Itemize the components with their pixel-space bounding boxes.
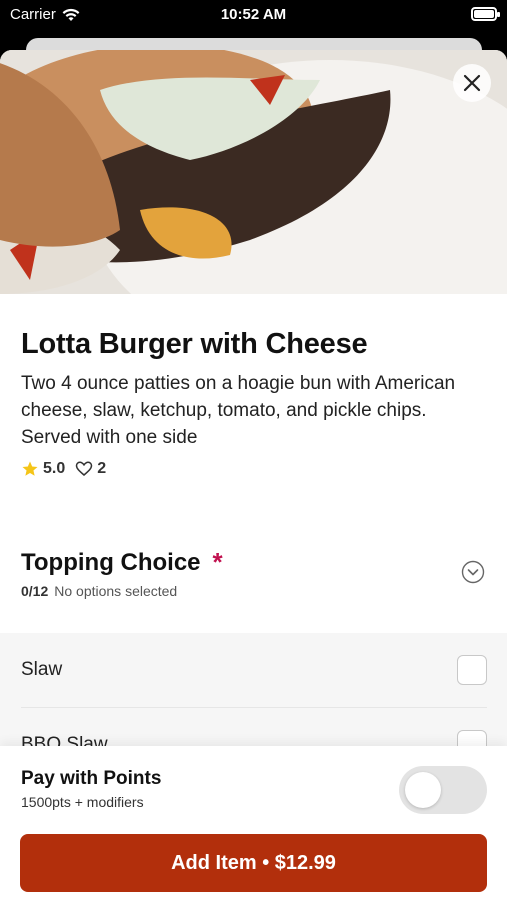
battery-icon: [471, 7, 500, 21]
close-button[interactable]: [453, 64, 491, 102]
toggle-knob: [405, 772, 441, 808]
pay-with-points-subtitle: 1500pts + modifiers: [21, 794, 144, 810]
option-checkbox[interactable]: [457, 655, 487, 685]
likes-count: 2: [97, 460, 107, 477]
item-title: Lotta Burger with Cheese: [21, 328, 368, 360]
pay-with-points-toggle[interactable]: [399, 766, 487, 814]
section-header[interactable]: Topping Choice *: [21, 547, 223, 578]
item-description: Two 4 ounce patties on a hoagie bun with…: [21, 373, 456, 448]
required-marker: *: [212, 547, 223, 577]
section-collapse-toggle[interactable]: [461, 560, 485, 584]
chevron-down-circle-icon: [461, 560, 485, 584]
section-status: 0/12 No options selected: [21, 583, 177, 599]
heart-icon[interactable]: [75, 460, 93, 478]
star-icon: [22, 461, 38, 476]
item-meta: 5.0 2: [21, 460, 106, 478]
status-time: 10:52 AM: [220, 6, 287, 23]
close-icon: [463, 74, 481, 92]
item-photo: [0, 50, 507, 294]
burger-photo-illustration: [0, 50, 507, 294]
footer-bar: Pay with Points 1500pts + modifiers Add …: [0, 746, 507, 900]
section-title: Topping Choice: [21, 548, 201, 576]
option-label: Slaw: [21, 659, 63, 680]
status-bar: Carrier 10:52 AM: [0, 0, 507, 30]
add-item-button[interactable]: Add Item • $12.99: [20, 834, 487, 892]
selection-count: 0/12: [21, 583, 49, 599]
pay-with-points-title: Pay with Points: [21, 768, 162, 789]
rating-value: 5.0: [43, 460, 66, 477]
option-row[interactable]: Slaw: [0, 633, 507, 708]
selection-status: No options selected: [54, 583, 178, 599]
item-detail-sheet: Lotta Burger with Cheese Two 4 ounce pat…: [0, 50, 507, 900]
